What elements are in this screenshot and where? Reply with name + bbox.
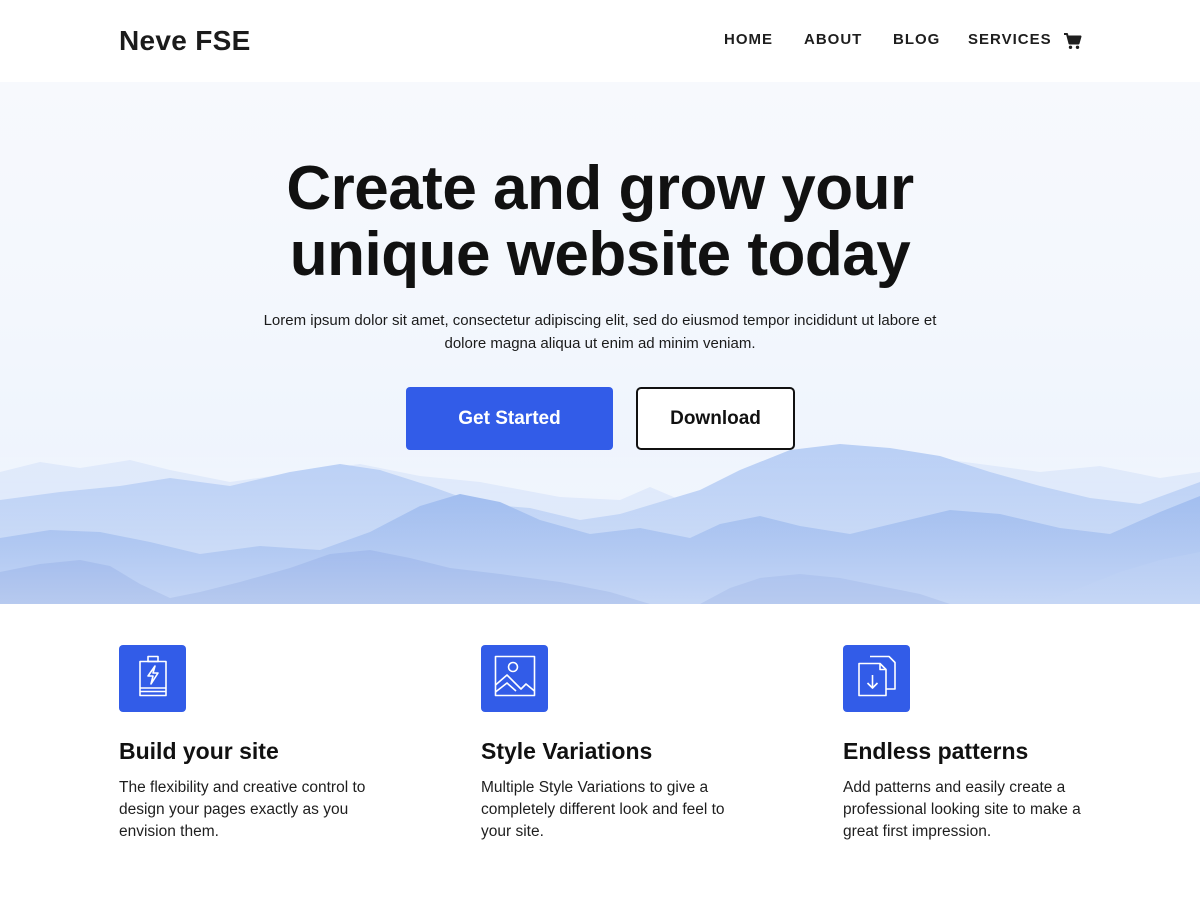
battery-charging-icon — [137, 655, 169, 702]
feature-icon-box — [119, 645, 186, 712]
feature-icon-box — [843, 645, 910, 712]
hero-description: Lorem ipsum dolor sit amet, consectetur … — [263, 312, 937, 352]
mountains-background-image — [0, 442, 1200, 604]
feature-endless-patterns: Endless patterns Add patterns and easily… — [843, 645, 1143, 843]
hero-title-line-1: Create and grow your — [286, 154, 914, 223]
site-header: Neve FSE HOME ABOUT BLOG SERVICES — [0, 0, 1200, 82]
feature-icon-box — [481, 645, 548, 712]
feature-title: Endless patterns — [843, 738, 1029, 764]
feature-description: The flexibility and creative control to … — [119, 779, 366, 840]
get-started-button[interactable]: Get Started — [406, 387, 613, 450]
nav-item-home[interactable]: HOME — [724, 30, 773, 50]
main-navigation: HOME ABOUT BLOG SERVICES — [0, 30, 1200, 52]
nav-item-blog[interactable]: BLOG — [893, 30, 940, 50]
feature-description: Multiple Style Variations to give a comp… — [481, 779, 725, 840]
feature-title: Build your site — [119, 738, 279, 764]
feature-build-your-site: Build your site The flexibility and crea… — [119, 645, 419, 843]
nav-item-services[interactable]: SERVICES — [968, 30, 1052, 50]
hero-title: Create and grow your unique website toda… — [200, 156, 1000, 288]
documents-download-icon — [857, 655, 897, 702]
hero-section: Create and grow your unique website toda… — [0, 82, 1200, 604]
image-icon — [494, 655, 536, 702]
feature-title: Style Variations — [481, 738, 653, 764]
feature-description: Add patterns and easily create a profess… — [843, 779, 1081, 840]
feature-style-variations: Style Variations Multiple Style Variatio… — [481, 645, 781, 843]
shopping-cart-icon[interactable] — [1063, 32, 1082, 50]
nav-item-about[interactable]: ABOUT — [804, 30, 862, 50]
download-button[interactable]: Download — [636, 387, 795, 450]
hero-title-line-2: unique website today — [289, 220, 911, 289]
page: Neve FSE HOME ABOUT BLOG SERVICES Create… — [0, 0, 1200, 900]
